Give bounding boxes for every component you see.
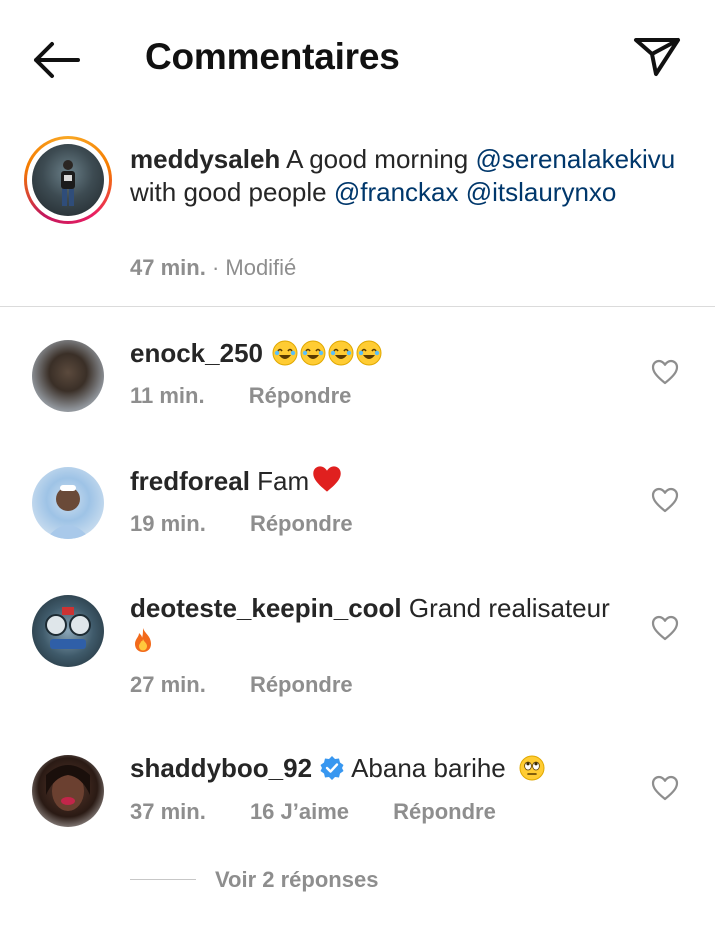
comment-time: 11 min. [130, 383, 205, 408]
reply-button[interactable]: Répondre [250, 511, 353, 536]
avatar[interactable] [32, 467, 104, 539]
heart-icon [651, 615, 679, 641]
replies-divider-line [130, 879, 196, 880]
avatar[interactable] [32, 340, 104, 412]
reply-button[interactable]: Répondre [250, 672, 353, 697]
comment-text: enock_250 [130, 337, 630, 370]
gauge-icon [45, 607, 91, 649]
mention-link[interactable]: @itslaurynxo [466, 177, 617, 207]
person-icon [46, 765, 90, 811]
reply-button[interactable]: Répondre [249, 383, 352, 408]
laugh-cry-emoji-icon [272, 340, 298, 366]
comment-username[interactable]: enock_250 [130, 338, 263, 368]
caption-time: 47 min. [130, 255, 206, 280]
caption-meta: 47 min. · Modifié [130, 255, 296, 281]
comment-body: Grand realisateur [401, 593, 610, 623]
person-icon [61, 160, 75, 206]
comment-username[interactable]: shaddyboo_92 [130, 753, 312, 783]
comment-meta: 37 min. 16 J’aime Répondre [130, 799, 496, 825]
caption-edited: · Modifié [211, 255, 297, 280]
comment-time: 37 min. [130, 799, 206, 824]
page-title: Commentaires [145, 36, 400, 77]
heart-icon [651, 487, 679, 513]
divider [0, 306, 715, 307]
avatar[interactable] [32, 755, 104, 827]
red-heart-emoji-icon [313, 466, 341, 492]
mention-link[interactable]: @franckax [334, 177, 459, 207]
comment-text: deoteste_keepin_cool Grand realisateur [130, 592, 640, 658]
comment-body: Fam [249, 466, 310, 496]
heart-icon [651, 359, 679, 385]
share-button[interactable] [630, 34, 682, 78]
like-button[interactable] [651, 775, 679, 801]
caption-text-1: A good morning [280, 144, 476, 174]
arrow-left-icon [34, 42, 80, 78]
comment-username[interactable]: fredforeal [130, 466, 250, 496]
laugh-cry-emoji-icon [356, 340, 382, 366]
back-button[interactable] [30, 38, 82, 82]
view-replies-button[interactable]: Voir 2 réponses [215, 867, 378, 893]
laugh-cry-emoji-icon [300, 340, 326, 366]
send-icon [634, 38, 680, 76]
laugh-cry-emoji-icon [328, 340, 354, 366]
caption-text-2: with good people [130, 177, 334, 207]
comment-username[interactable]: deoteste_keepin_cool [130, 593, 402, 623]
comment-text: fredforeal Fam [130, 464, 630, 498]
mention-link[interactable]: @serenalakekivu [475, 144, 675, 174]
comment-meta: 19 min. Répondre [130, 511, 353, 537]
fire-emoji-icon [135, 628, 151, 652]
caption-avatar[interactable] [24, 136, 112, 224]
verified-badge-icon [320, 756, 344, 780]
like-button[interactable] [651, 487, 679, 513]
like-button[interactable] [651, 359, 679, 385]
avatar[interactable] [32, 595, 104, 667]
comment-meta: 27 min. Répondre [130, 672, 353, 698]
rolling-eyes-emoji-icon [519, 755, 545, 781]
person-icon [46, 485, 90, 539]
comment-time: 27 min. [130, 672, 206, 697]
comment-time: 19 min. [130, 511, 206, 536]
likes-count[interactable]: 16 J’aime [250, 799, 349, 824]
comment-body: Abana barihe [345, 753, 506, 783]
like-button[interactable] [651, 615, 679, 641]
reply-button[interactable]: Répondre [393, 799, 496, 824]
comment-meta: 11 min. Répondre [130, 383, 351, 409]
heart-icon [651, 775, 679, 801]
caption-username[interactable]: meddysaleh [130, 144, 280, 174]
comment-text: shaddyboo_92 Abana barihe [130, 752, 630, 785]
caption-text: meddysaleh A good morning @serenalakekiv… [130, 143, 690, 209]
